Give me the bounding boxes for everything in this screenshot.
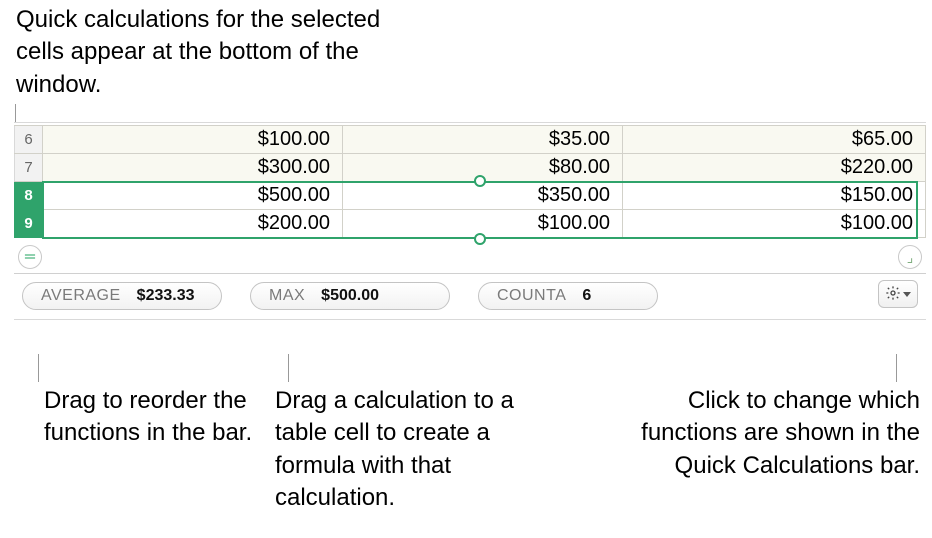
callout-gear: Click to change which functions are show… xyxy=(640,385,920,482)
leader-line xyxy=(38,354,39,382)
leader-line xyxy=(896,354,897,382)
table-area: 6$100.00$35.00$65.007$300.00$80.00$220.0… xyxy=(14,123,926,273)
table-row[interactable]: 6$100.00$35.00$65.00 xyxy=(15,126,926,154)
calc-settings-button[interactable] xyxy=(878,280,918,308)
row-header[interactable]: 8 xyxy=(15,182,43,210)
cell[interactable]: $150.00 xyxy=(623,182,926,210)
row-header[interactable]: 9 xyxy=(15,210,43,238)
cell[interactable]: $80.00 xyxy=(343,154,623,182)
cell[interactable]: $500.00 xyxy=(43,182,343,210)
equals-icon: ＝ xyxy=(23,247,37,267)
callout-top: Quick calculations for the selected cell… xyxy=(16,4,386,101)
gear-icon xyxy=(885,281,901,307)
callout-reorder: Drag to reorder the functions in the bar… xyxy=(44,385,264,450)
cell[interactable]: $35.00 xyxy=(343,126,623,154)
chevron-down-icon xyxy=(903,292,911,297)
cell[interactable]: $65.00 xyxy=(623,126,926,154)
table-row[interactable]: 9$200.00$100.00$100.00 xyxy=(15,210,926,238)
callout-drag-calc: Drag a calculation to a table cell to cr… xyxy=(275,385,535,515)
cell[interactable]: $100.00 xyxy=(343,210,623,238)
calc-label: MAX xyxy=(269,287,305,305)
calc-label: COUNTA xyxy=(497,287,566,305)
calc-label: AVERAGE xyxy=(41,287,121,305)
equals-button[interactable]: ＝ xyxy=(18,245,42,269)
quick-calculations-bar: AVERAGE $233.33 MAX $500.00 COUNTA 6 xyxy=(14,273,926,317)
calc-pill-max[interactable]: MAX $500.00 xyxy=(250,282,450,310)
calc-value: $233.33 xyxy=(137,287,195,305)
sheet-window: 6$100.00$35.00$65.007$300.00$80.00$220.0… xyxy=(14,122,926,320)
cell[interactable]: $350.00 xyxy=(343,182,623,210)
table-row[interactable]: 7$300.00$80.00$220.00 xyxy=(15,154,926,182)
row-header[interactable]: 7 xyxy=(15,154,43,182)
row-header[interactable]: 6 xyxy=(15,126,43,154)
leader-line xyxy=(288,354,289,382)
calc-value: 6 xyxy=(582,287,591,305)
table-corner-button[interactable]: ⌟ xyxy=(898,245,922,269)
cell[interactable]: $200.00 xyxy=(43,210,343,238)
calc-value: $500.00 xyxy=(321,287,379,305)
corner-icon: ⌟ xyxy=(907,249,914,266)
cell[interactable]: $220.00 xyxy=(623,154,926,182)
data-table[interactable]: 6$100.00$35.00$65.007$300.00$80.00$220.0… xyxy=(14,125,926,238)
calc-pill-counta[interactable]: COUNTA 6 xyxy=(478,282,658,310)
calc-pill-average[interactable]: AVERAGE $233.33 xyxy=(22,282,222,310)
cell[interactable]: $100.00 xyxy=(43,126,343,154)
cell[interactable]: $100.00 xyxy=(623,210,926,238)
cell[interactable]: $300.00 xyxy=(43,154,343,182)
table-row[interactable]: 8$500.00$350.00$150.00 xyxy=(15,182,926,210)
